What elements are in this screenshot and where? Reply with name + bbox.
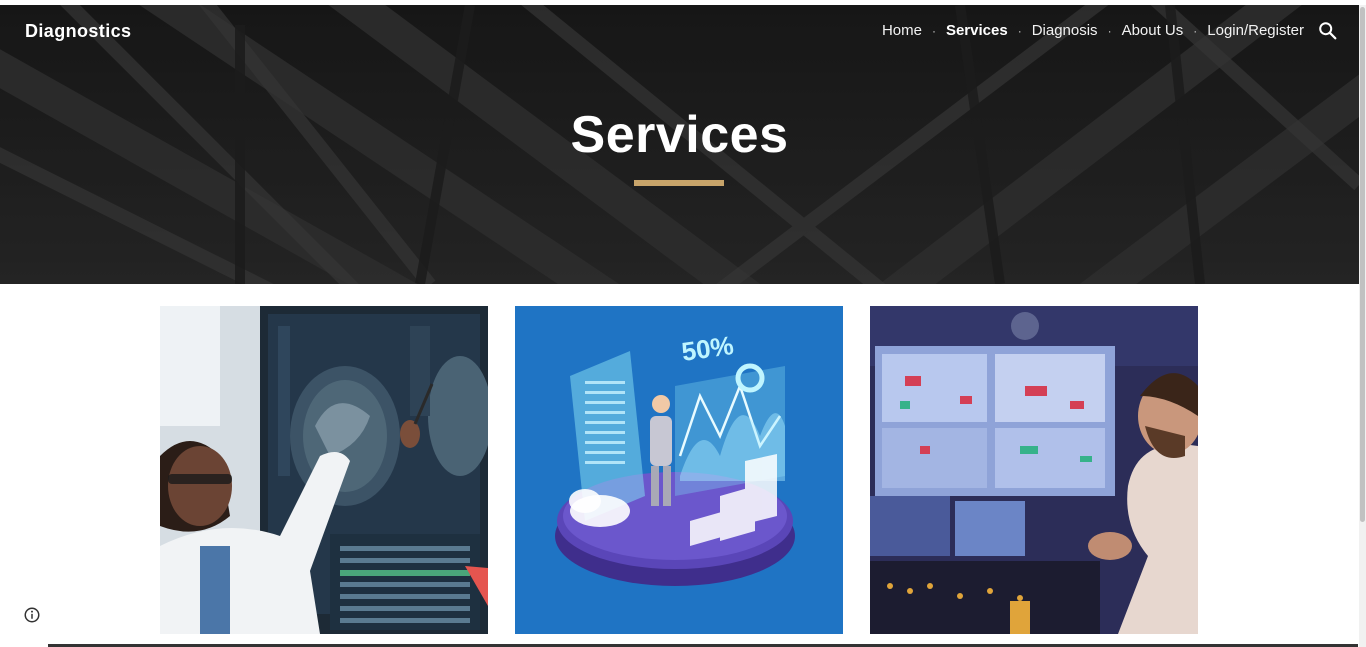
scrollbar-thumb[interactable] <box>1360 7 1365 522</box>
service-card-image-3[interactable] <box>870 306 1198 634</box>
nav-separator: · <box>1017 23 1022 38</box>
hero-banner: Diagnostics Home · Services · Diagnosis … <box>0 5 1359 284</box>
site-title[interactable]: Diagnostics <box>25 21 131 42</box>
nav-separator: · <box>931 23 936 38</box>
nav-about-us[interactable]: About Us <box>1122 22 1184 39</box>
scrollbar[interactable] <box>1359 5 1366 647</box>
info-icon[interactable] <box>23 606 41 624</box>
nav-login-register[interactable]: Login/Register <box>1207 22 1304 39</box>
monitoring-screens-image <box>870 306 1198 634</box>
nav-separator: · <box>1107 23 1112 38</box>
service-card-image-2[interactable]: 50% <box>515 306 843 634</box>
nav-services[interactable]: Services <box>946 22 1008 39</box>
page-title: Services <box>570 106 789 164</box>
doctor-mri-scan-image <box>160 306 488 634</box>
nav-separator: · <box>1193 23 1198 38</box>
title-underline <box>634 180 724 186</box>
search-icon[interactable] <box>1317 20 1339 42</box>
main-nav: Home · Services · Diagnosis · About Us ·… <box>882 22 1304 39</box>
isometric-data-analytics-image: 50% <box>515 306 843 634</box>
nav-home[interactable]: Home <box>882 22 922 39</box>
service-card-image-1[interactable] <box>160 306 488 634</box>
nav-diagnosis[interactable]: Diagnosis <box>1032 22 1098 39</box>
